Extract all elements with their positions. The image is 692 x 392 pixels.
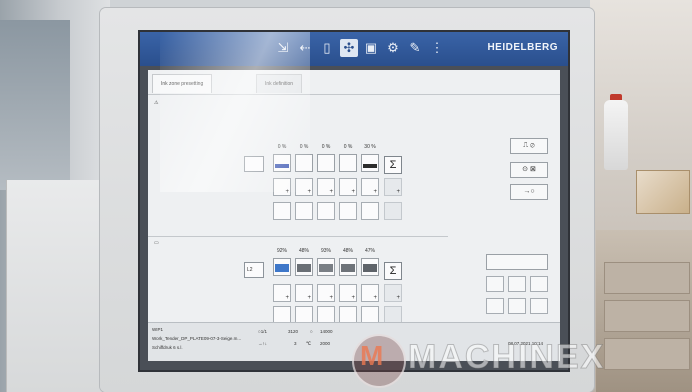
ink-percentage: 48% xyxy=(298,248,309,254)
ink-fountain-3[interactable] xyxy=(317,154,335,172)
ink-zone-cell[interactable]: + xyxy=(361,178,379,196)
speed-label: ○1/1 xyxy=(258,329,267,334)
ink-percentage: 0 % xyxy=(321,144,331,150)
tab-ink-definition[interactable]: Ink definition xyxy=(256,74,303,93)
ink-zone-cell[interactable]: + xyxy=(384,178,402,196)
ink-fountain-1[interactable] xyxy=(273,258,291,276)
counter-value: 14000 xyxy=(320,329,333,334)
unit-label[interactable] xyxy=(244,156,264,172)
ink-percentage: 93% xyxy=(320,248,331,254)
ink-fountain-4[interactable] xyxy=(339,154,357,172)
warning-icon: ⚠ xyxy=(154,100,159,106)
press-value: 3 xyxy=(294,341,297,346)
ink-percentage: 92% xyxy=(276,248,287,254)
temperature-value: 2000 xyxy=(320,341,331,346)
watermark: M MACHINEX xyxy=(352,330,682,388)
arrow-circle-button[interactable]: →○ xyxy=(510,184,548,200)
press-label: →↑↓ xyxy=(258,341,267,346)
job-name: Work_Tender_DP_PLATE09-07-3-Seige.m... xyxy=(152,336,242,341)
background-package xyxy=(636,170,690,214)
sum-button[interactable]: Σ xyxy=(384,156,402,174)
unit-select-button[interactable]: ⎍ ⊘ xyxy=(510,138,548,154)
ink-zone-cell[interactable]: + xyxy=(295,284,313,302)
temperature-label: ℃ xyxy=(306,341,312,346)
more-icon[interactable]: ⋮ xyxy=(428,39,446,57)
ink-zone-cell[interactable]: + xyxy=(339,178,357,196)
unit-icon[interactable]: ▣ xyxy=(362,39,380,57)
ink-zone-cell[interactable] xyxy=(295,202,313,220)
ink-zone-cell[interactable]: + xyxy=(339,284,357,302)
section-label: ▭ xyxy=(154,240,159,246)
ink-zone-cell[interactable] xyxy=(317,202,335,220)
job-id: WIP1 xyxy=(152,327,164,332)
keypad-key[interactable] xyxy=(486,298,504,314)
brand-logo: HEIDELBERG xyxy=(487,42,558,53)
ink-percentage: 0 % xyxy=(299,144,309,150)
background-bottle xyxy=(604,100,628,170)
keypad-key[interactable] xyxy=(486,276,504,292)
ink-fountain-2[interactable] xyxy=(295,258,313,276)
ink-fountain-3[interactable] xyxy=(317,258,335,276)
ink-zone-cell[interactable]: + xyxy=(317,178,335,196)
sum-button[interactable]: Σ xyxy=(384,262,402,280)
settings-icon[interactable]: ⚙ xyxy=(384,39,402,57)
ink-zone-cell[interactable]: + xyxy=(295,178,313,196)
keypad-key[interactable] xyxy=(530,298,548,314)
ink-fountain-1[interactable] xyxy=(273,154,291,172)
monitor-screen: ⇲ ⇠ ▯ ✣ ▣ ⚙ ✎ ⋮ HEIDELBERG Ink zone pres… xyxy=(138,30,570,372)
arrow-left-icon[interactable]: ⇠ xyxy=(296,39,314,57)
background-drawer xyxy=(604,300,690,332)
ink-zone-cell[interactable]: + xyxy=(273,178,291,196)
unit-label[interactable]: L2 xyxy=(244,262,264,278)
divider xyxy=(148,94,560,95)
pen-icon[interactable]: ✎ xyxy=(406,39,424,57)
ink-zone-cell[interactable] xyxy=(273,202,291,220)
speed-value: 3120 xyxy=(288,329,299,334)
watermark-text: MACHINEX xyxy=(407,338,606,377)
arrow-in-icon[interactable]: ⇲ xyxy=(274,39,292,57)
background-drawer xyxy=(604,262,690,294)
ink-icon[interactable]: ✣ xyxy=(340,39,358,57)
wash-button[interactable]: ⊙ ⊠ xyxy=(510,162,548,178)
page-icon[interactable]: ▯ xyxy=(318,39,336,57)
ink-zone-cell[interactable] xyxy=(384,202,402,220)
ink-zone-cell[interactable]: + xyxy=(317,284,335,302)
keypad-key[interactable] xyxy=(508,276,526,292)
ink-percentage: 30 % xyxy=(364,144,376,150)
ink-fountain-2[interactable] xyxy=(295,154,313,172)
watermark-logo-letter: M xyxy=(360,340,384,371)
ink-zone-cell[interactable]: + xyxy=(361,284,379,302)
ink-fountain-4[interactable] xyxy=(339,258,357,276)
tab-ink-zone-presetting[interactable]: Ink zone presetting xyxy=(152,74,213,93)
ink-percentage: 48% xyxy=(342,248,353,254)
ink-zone-cell[interactable]: + xyxy=(273,284,291,302)
ink-percentage: 47% xyxy=(364,248,375,254)
value-display[interactable] xyxy=(486,254,548,270)
ink-fountain-5[interactable] xyxy=(361,154,379,172)
customer-name: Schiffdruk 6 s.l. xyxy=(152,345,183,350)
background-window xyxy=(0,20,70,190)
divider xyxy=(148,236,448,237)
top-toolbar: ⇲ ⇠ ▯ ✣ ▣ ⚙ ✎ ⋮ HEIDELBERG xyxy=(140,32,568,66)
ink-zone-cell[interactable] xyxy=(361,202,379,220)
counter-label: ○ xyxy=(310,329,313,334)
keypad-key[interactable] xyxy=(530,276,548,292)
background-cabinet xyxy=(6,180,103,392)
ink-zone-cell[interactable] xyxy=(339,202,357,220)
ink-percentage: 0 % xyxy=(277,144,287,150)
ink-fountain-5[interactable] xyxy=(361,258,379,276)
ink-percentage: 0 % xyxy=(343,144,353,150)
keypad-key[interactable] xyxy=(508,298,526,314)
main-content: Ink zone presetting Ink definition ⚠ 0 %… xyxy=(148,70,560,361)
ink-zone-cell[interactable]: + xyxy=(384,284,402,302)
